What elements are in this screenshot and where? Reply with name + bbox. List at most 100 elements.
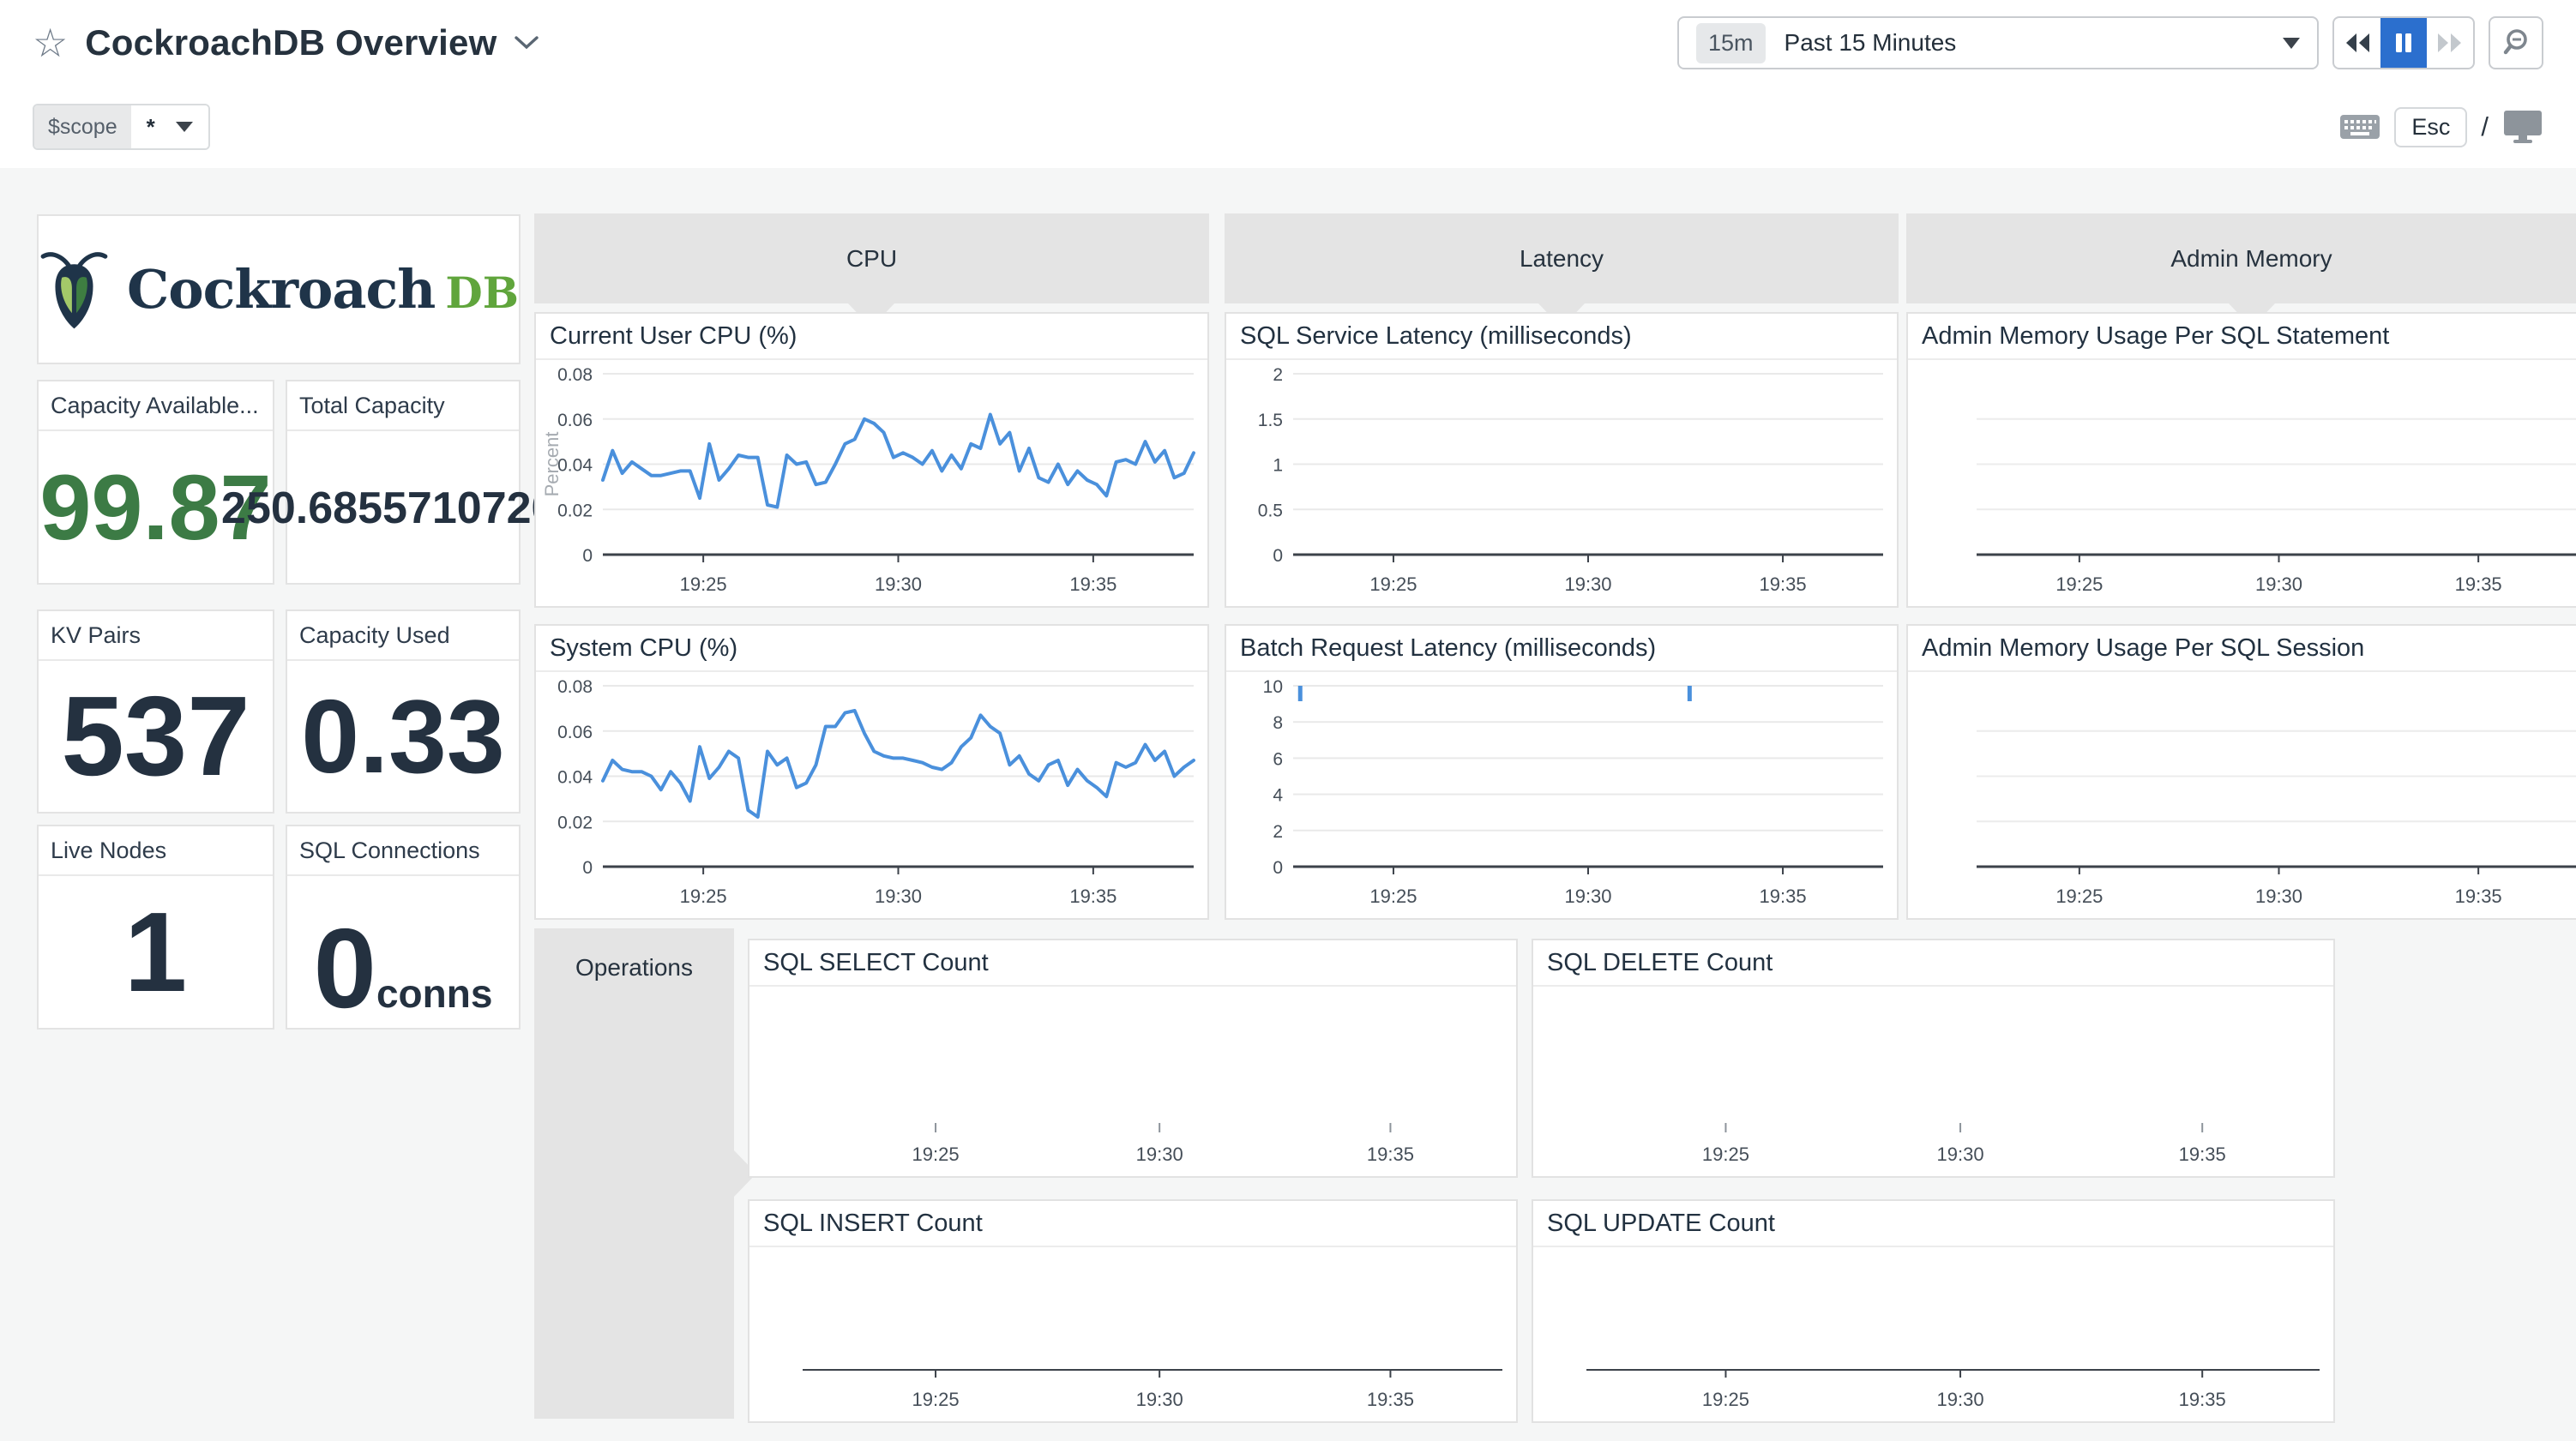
group-label: Operations [534,928,734,982]
svg-text:0.5: 0.5 [1258,501,1283,520]
chart-plot-admin-memory-statement[interactable]: 19:2519:3019:35 [1908,360,2576,606]
chart-plot-admin-memory-session[interactable]: 19:2519:3019:35 [1908,672,2576,918]
chart-title: Admin Memory Usage Per SQL Statement [1908,314,2576,360]
chart-panel-current-user-cpu: Current User CPU (%) 00.020.040.060.0819… [534,312,1209,608]
svg-text:19:25: 19:25 [912,1389,960,1410]
playback-button-group [2332,16,2475,69]
time-range-label: Past 15 Minutes [1785,29,2283,57]
logo-db-suffix: DB [445,267,519,318]
svg-text:19:30: 19:30 [875,886,922,907]
title-chevron-down-icon[interactable] [514,35,539,51]
chart-panel-sql-update-count: SQL UPDATE Count 19:2519:3019:35 [1532,1199,2335,1423]
scope-variable-selector[interactable]: $scope * [33,104,210,150]
zoom-out-button[interactable] [2489,16,2543,69]
stat-value: 250.6855710720 [221,486,556,531]
svg-text:0: 0 [582,546,593,566]
fast-forward-icon [2435,31,2465,55]
stat-card-capacity-available[interactable]: Capacity Available... 99.87 [37,380,274,585]
chart-panel-sql-service-latency: SQL Service Latency (milliseconds) 0 0.5 1… [1225,312,1899,608]
scope-variable-value: * [147,114,155,141]
chart-title: Batch Request Latency (milliseconds) [1226,626,1897,672]
svg-text:19:30: 19:30 [875,573,922,595]
logo-wordmark: Cockroach [127,258,435,321]
group-header-operations[interactable]: Operations [534,928,734,1419]
chart-plot-system-cpu[interactable]: 00.020.040.060.0819:2519:3019:35 [536,672,1207,918]
svg-text:0: 0 [1273,546,1283,566]
favorite-star-icon[interactable]: ☆ [33,23,68,63]
keyboard-icon [2339,112,2380,141]
chart-title: SQL SELECT Count [749,940,1516,987]
svg-text:0: 0 [1273,858,1283,878]
chart-title: SQL INSERT Count [749,1201,1516,1247]
chart-panel-admin-memory-statement: Admin Memory Usage Per SQL Statement 19:… [1906,312,2576,608]
chart-plot-batch-request-latency[interactable]: 024681019:2519:3019:35 [1226,672,1897,918]
chart-plot-sql-service-latency[interactable]: 00.511.5219:2519:3019:35 [1226,360,1897,606]
svg-text:19:25: 19:25 [680,886,727,907]
cockroachdb-logo-card: CockroachDB [37,214,521,364]
stat-card-live-nodes[interactable]: Live Nodes 1 [37,825,274,1030]
svg-text:19:30: 19:30 [1136,1389,1183,1410]
rewind-button[interactable] [2334,18,2380,68]
svg-text:19:25: 19:25 [1702,1144,1749,1165]
stat-value: 1 [124,896,187,1009]
svg-text:19:35: 19:35 [1760,886,1807,907]
chart-title: SQL UPDATE Count [1533,1201,2333,1247]
svg-text:2: 2 [1273,822,1283,842]
svg-text:19:35: 19:35 [1069,573,1116,595]
svg-text:19:30: 19:30 [2255,886,2302,907]
svg-text:19:35: 19:35 [1069,886,1116,907]
chart-panel-sql-select-count: SQL SELECT Count 19:2519:3019:35 [748,939,1518,1178]
svg-text:19:30: 19:30 [1937,1144,1984,1165]
svg-text:0.06: 0.06 [557,723,593,742]
group-header-cpu[interactable]: CPU [534,213,1209,303]
stat-card-kv-pairs[interactable]: KV Pairs 537 [37,609,274,814]
stat-title: Capacity Used [287,611,519,661]
svg-text:19:30: 19:30 [1136,1144,1183,1165]
time-range-badge: 15m [1696,23,1766,63]
stat-value: 0 [314,912,376,1025]
stat-card-capacity-used[interactable]: Capacity Used 0.33 [286,609,521,814]
chart-plot-sql-update-count[interactable]: 19:2519:3019:35 [1533,1247,2333,1421]
esc-key-hint: Esc [2394,107,2467,147]
stat-title: Live Nodes [39,826,273,876]
pause-button[interactable] [2380,18,2427,68]
stat-card-total-capacity[interactable]: Total Capacity 250.6855710720 GB [286,380,521,585]
stat-title: SQL Connections [287,826,519,876]
magnifier-minus-icon [2501,27,2531,58]
svg-text:19:35: 19:35 [1760,573,1807,595]
svg-text:19:35: 19:35 [1367,1144,1414,1165]
svg-text:8: 8 [1273,713,1283,733]
chart-plot-sql-insert-count[interactable]: 19:25 19:30 19:35 [749,1247,1516,1421]
svg-text:4: 4 [1273,786,1283,806]
svg-text:0.02: 0.02 [557,501,593,520]
group-label: CPU [846,245,897,273]
stat-card-sql-connections[interactable]: SQL Connections 0 conns [286,825,521,1030]
svg-text:19:25: 19:25 [1369,886,1417,907]
svg-text:19:35: 19:35 [2179,1389,2226,1410]
group-header-admin-memory[interactable]: Admin Memory [1906,213,2576,303]
chart-plot-sql-delete-count[interactable]: 19:25 19:30 19:35 [1533,987,2333,1176]
tv-mode-icon[interactable] [2502,109,2543,145]
chart-plot-current-user-cpu[interactable]: 00.020.040.060.0819:2519:3019:35Percent [536,360,1207,606]
group-header-latency[interactable]: Latency [1225,213,1899,303]
chart-title: System CPU (%) [536,626,1207,672]
svg-text:0.08: 0.08 [557,365,593,385]
svg-text:0.06: 0.06 [557,411,593,430]
svg-text:19:30: 19:30 [1937,1389,1984,1410]
svg-text:19:35: 19:35 [2455,573,2502,595]
svg-text:19:35: 19:35 [2179,1144,2226,1165]
chart-panel-batch-request-latency: Batch Request Latency (milliseconds) 0 2 4… [1225,624,1899,920]
stat-title: Capacity Available... [39,381,273,431]
svg-text:19:30: 19:30 [1564,886,1611,907]
stat-title: Total Capacity [287,381,519,431]
svg-text:6: 6 [1273,749,1283,769]
time-range-selector[interactable]: 15m Past 15 Minutes [1677,16,2319,69]
chart-plot-sql-select-count[interactable]: 19:2519:3019:35 [749,987,1516,1176]
chart-panel-admin-memory-session: Admin Memory Usage Per SQL Session 19:25… [1906,624,2576,920]
rewind-icon [2342,31,2373,55]
chart-panel-system-cpu: System CPU (%) 00.020.040.060.0819:2519:… [534,624,1209,920]
svg-text:19:35: 19:35 [1367,1389,1414,1410]
chart-title: SQL Service Latency (milliseconds) [1226,314,1897,360]
svg-text:19:35: 19:35 [2455,886,2502,907]
forward-button[interactable] [2427,18,2473,68]
